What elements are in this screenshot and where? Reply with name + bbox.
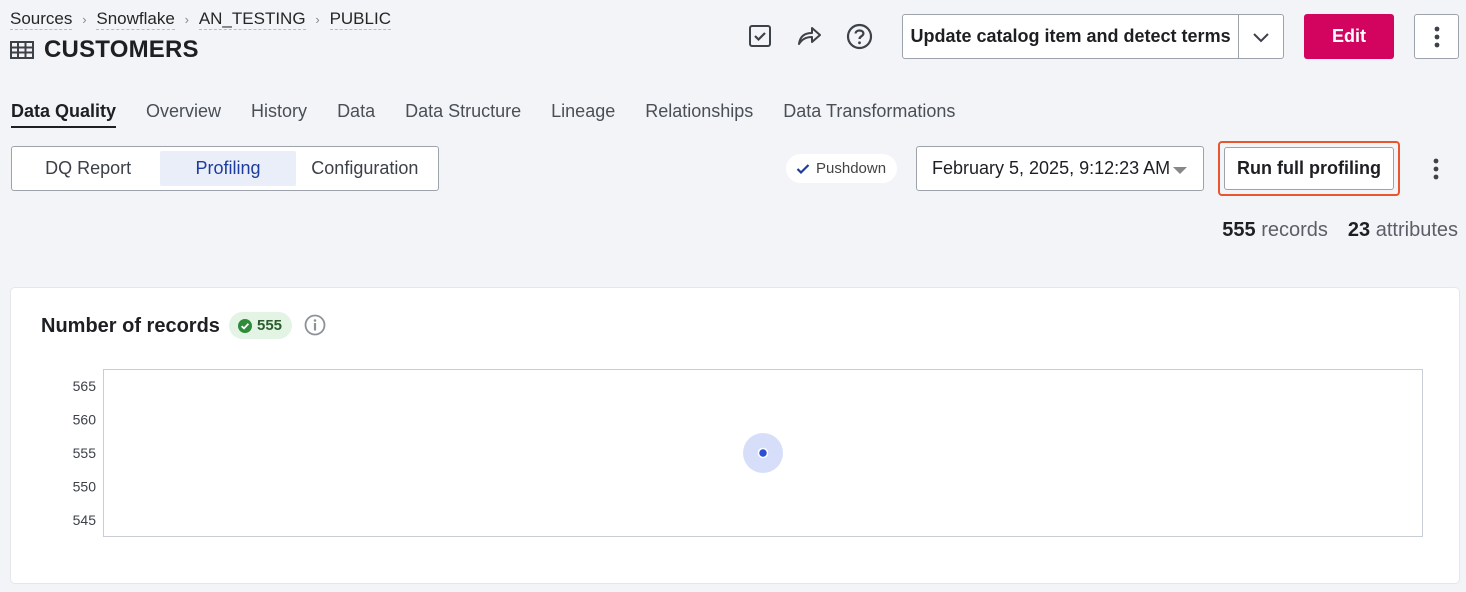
tab-overview[interactable]: Overview: [146, 100, 221, 128]
records-stat: 555 records: [1222, 219, 1328, 242]
page-header: CUSTOMERS: [10, 36, 199, 64]
help-circle-icon[interactable]: [845, 22, 873, 50]
main-tabs: Data Quality Overview History Data Data …: [11, 100, 985, 128]
table-icon: [10, 41, 34, 59]
breadcrumb: Sources › Snowflake › AN_TESTING › PUBLI…: [10, 9, 391, 30]
update-catalog-split-button: Update catalog item and detect terms: [902, 14, 1284, 59]
breadcrumb-snowflake[interactable]: Snowflake: [96, 9, 175, 30]
sub-tabs: DQ Report Profiling Configuration: [11, 146, 439, 191]
chevron-right-icon: ›: [184, 12, 189, 27]
tab-relationships[interactable]: Relationships: [645, 100, 753, 128]
profiling-date-select[interactable]: February 5, 2025, 9:12:23 AM: [916, 146, 1204, 191]
kebab-vertical-icon[interactable]: [1424, 154, 1448, 184]
pushdown-label: Pushdown: [816, 160, 887, 177]
chevron-right-icon: ›: [315, 12, 320, 27]
tab-history[interactable]: History: [251, 100, 307, 128]
task-checkbox-icon[interactable]: [746, 22, 774, 50]
profile-stats: 555 records 23 attributes: [1202, 219, 1458, 242]
data-point[interactable]: [757, 447, 769, 459]
tab-lineage[interactable]: Lineage: [551, 100, 615, 128]
tab-data[interactable]: Data: [337, 100, 375, 128]
y-tick-label: 545: [73, 512, 97, 528]
chevron-right-icon: ›: [82, 12, 87, 27]
tab-data-structure[interactable]: Data Structure: [405, 100, 521, 128]
page-title: CUSTOMERS: [44, 36, 199, 63]
run-full-profiling-button[interactable]: Run full profiling: [1224, 147, 1394, 190]
edit-button[interactable]: Edit: [1304, 14, 1394, 59]
share-arrow-icon[interactable]: [795, 22, 823, 50]
pushdown-chip[interactable]: Pushdown: [786, 154, 898, 183]
records-label: records: [1261, 219, 1328, 241]
breadcrumb-public[interactable]: PUBLIC: [329, 9, 391, 30]
y-tick-label: 565: [73, 378, 97, 394]
caret-down-icon: [1173, 167, 1187, 174]
run-full-profiling-highlight: Run full profiling: [1218, 141, 1400, 196]
breadcrumb-an-testing[interactable]: AN_TESTING: [198, 9, 306, 30]
tab-data-quality[interactable]: Data Quality: [11, 100, 117, 128]
y-tick-label: 560: [73, 411, 97, 427]
attributes-label: attributes: [1375, 219, 1458, 241]
update-catalog-button[interactable]: Update catalog item and detect terms: [903, 15, 1238, 58]
profiling-date-value: February 5, 2025, 9:12:23 AM: [932, 158, 1171, 178]
y-tick-label: 550: [73, 479, 97, 495]
records-count: 555: [1222, 219, 1256, 241]
number-of-records-card: Number of records 555 565 560 555 550 545: [11, 288, 1459, 583]
subtab-dq-report[interactable]: DQ Report: [16, 151, 160, 186]
breadcrumb-sources[interactable]: Sources: [10, 9, 73, 30]
subtab-profiling[interactable]: Profiling: [160, 151, 296, 186]
subtab-configuration[interactable]: Configuration: [296, 151, 434, 186]
tab-data-transformations[interactable]: Data Transformations: [783, 100, 955, 128]
y-tick-label: 555: [73, 445, 97, 461]
kebab-vertical-icon[interactable]: [1414, 14, 1459, 59]
checkmark-icon: [796, 163, 810, 174]
attributes-count: 23: [1347, 219, 1371, 241]
records-chart: 565 560 555 550 545: [73, 369, 1423, 537]
chevron-down-icon[interactable]: [1238, 15, 1283, 58]
attributes-stat: 23 attributes: [1348, 219, 1458, 242]
